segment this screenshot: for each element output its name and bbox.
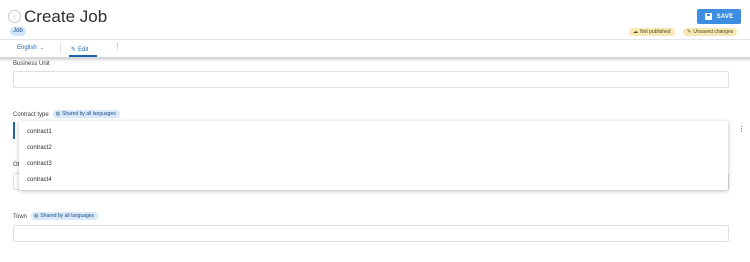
tab-edit[interactable]: ✎ Edit [71,46,88,53]
dropdown-option[interactable]: contract4 [19,172,728,188]
save-button[interactable]: SAVE [697,9,741,24]
cloud-off-icon: ☁ [633,29,638,35]
pencil-icon: ✎ [71,47,77,53]
save-button-label: SAVE [716,13,734,20]
tab-edit-label: Edit [78,47,89,53]
contract-type-dropdown: contract1 contract2 contract3 contract4 [19,121,728,190]
shared-badge-label: Shared by all languages [62,111,116,117]
language-label: English [17,45,37,51]
more-vertical-icon[interactable]: ⋮ [738,126,745,133]
more-vertical-icon[interactable]: ⋮ [114,43,121,50]
page-title: Create Job [24,7,108,26]
globe-icon: ◍ [34,213,39,219]
header-divider [0,39,750,40]
business-unit-label: Business Unit [13,61,50,67]
town-field-label: Town ◍ Shared by all languages [13,212,99,220]
dropdown-option[interactable]: contract1 [19,124,728,140]
not-published-badge: ☁ Not published [629,28,675,36]
tab-separator [60,42,61,54]
content-type-badge: Job [10,27,26,36]
pencil-icon: ✎ [687,29,692,35]
globe-icon: ◍ [55,111,61,117]
back-arrow-icon: ‹ [13,11,16,21]
dropdown-option[interactable]: contract2 [19,140,728,156]
language-select[interactable]: English ⌄ [17,45,44,51]
floppy-disk-icon [704,13,712,20]
tabbar-divider [0,57,750,59]
shared-badge-label: Shared by all languages [40,213,95,219]
contract-type-label: Contract type [13,112,49,118]
unsaved-changes-badge: ✎ Unsaved changes [683,28,738,36]
chevron-down-icon: ⌄ [39,45,44,51]
town-input[interactable] [13,225,729,242]
shared-by-all-languages-badge: ◍ Shared by all languages [31,212,99,220]
dropdown-option[interactable]: contract3 [19,156,728,172]
shared-by-all-languages-badge: ◍ Shared by all languages [52,110,120,118]
contract-type-field-label: Contract type ◍ Shared by all languages [13,110,120,118]
contract-type-select[interactable] [13,122,15,139]
town-label: Town [13,214,28,220]
back-button[interactable]: ‹ [8,10,21,23]
not-published-label: Not published [640,29,671,35]
business-unit-input[interactable] [13,71,729,88]
unsaved-changes-label: Unsaved changes [693,29,734,35]
